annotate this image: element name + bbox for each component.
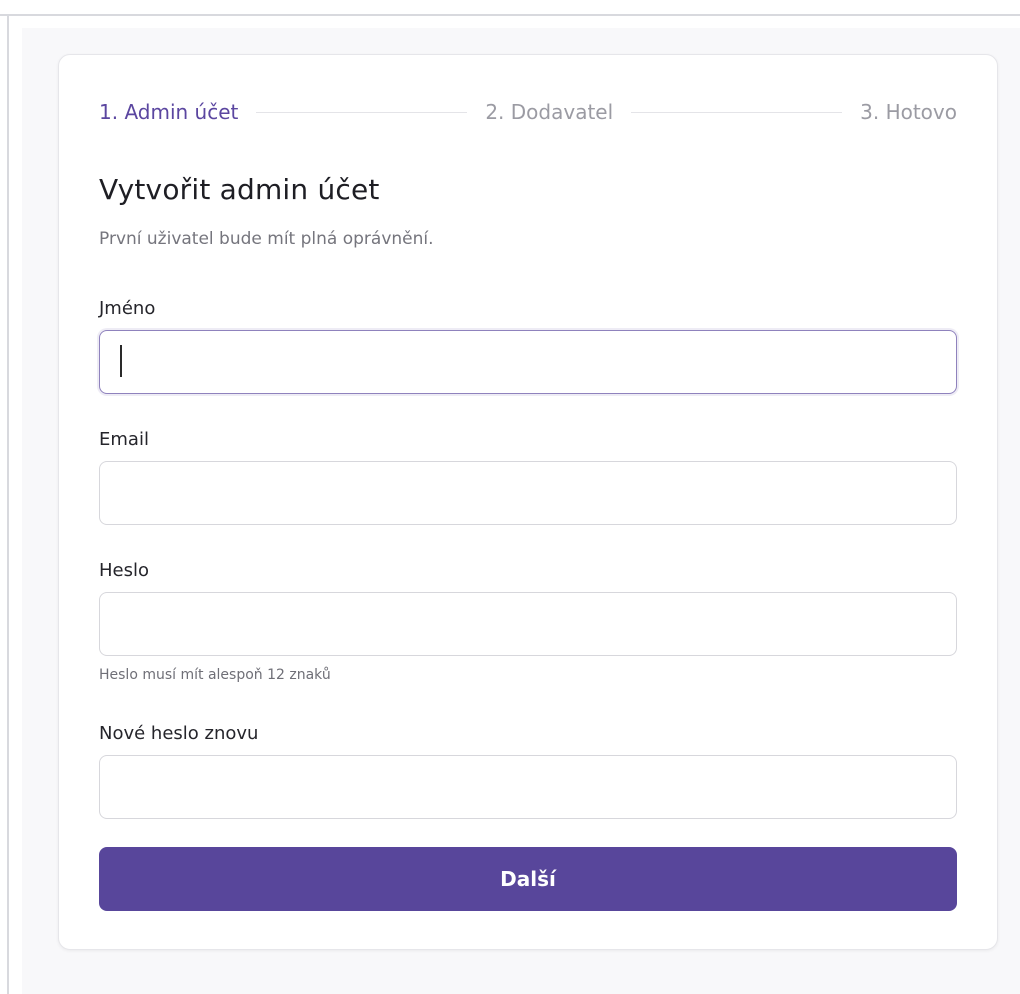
password-input[interactable] (99, 592, 957, 656)
step-admin-account: 1. Admin účet (99, 100, 239, 124)
password-hint: Heslo musí mít alespoň 12 znaků (99, 667, 331, 683)
password-label: Heslo (99, 560, 150, 581)
page-subtitle: První uživatel bude mít plná oprávnění. (99, 229, 434, 249)
email-label: Email (99, 429, 149, 450)
email-input[interactable] (99, 461, 957, 525)
text-cursor (120, 345, 122, 377)
step-connector (631, 111, 843, 113)
step-done: 3. Hotovo (860, 100, 957, 124)
window-frame-left (7, 14, 9, 994)
password-confirm-input[interactable] (99, 755, 957, 819)
name-label: Jméno (99, 298, 156, 319)
next-button[interactable]: Další (99, 847, 957, 911)
step-supplier: 2. Dodavatel (485, 100, 614, 124)
password-confirm-label: Nové heslo znovu (99, 723, 259, 744)
step-connector (256, 111, 468, 113)
setup-card: 1. Admin účet 2. Dodavatel 3. Hotovo Vyt… (58, 54, 998, 950)
name-input[interactable] (99, 330, 957, 394)
window-frame-top (0, 14, 1020, 16)
page-title: Vytvořit admin účet (99, 173, 380, 206)
stepper: 1. Admin účet 2. Dodavatel 3. Hotovo (99, 99, 957, 125)
